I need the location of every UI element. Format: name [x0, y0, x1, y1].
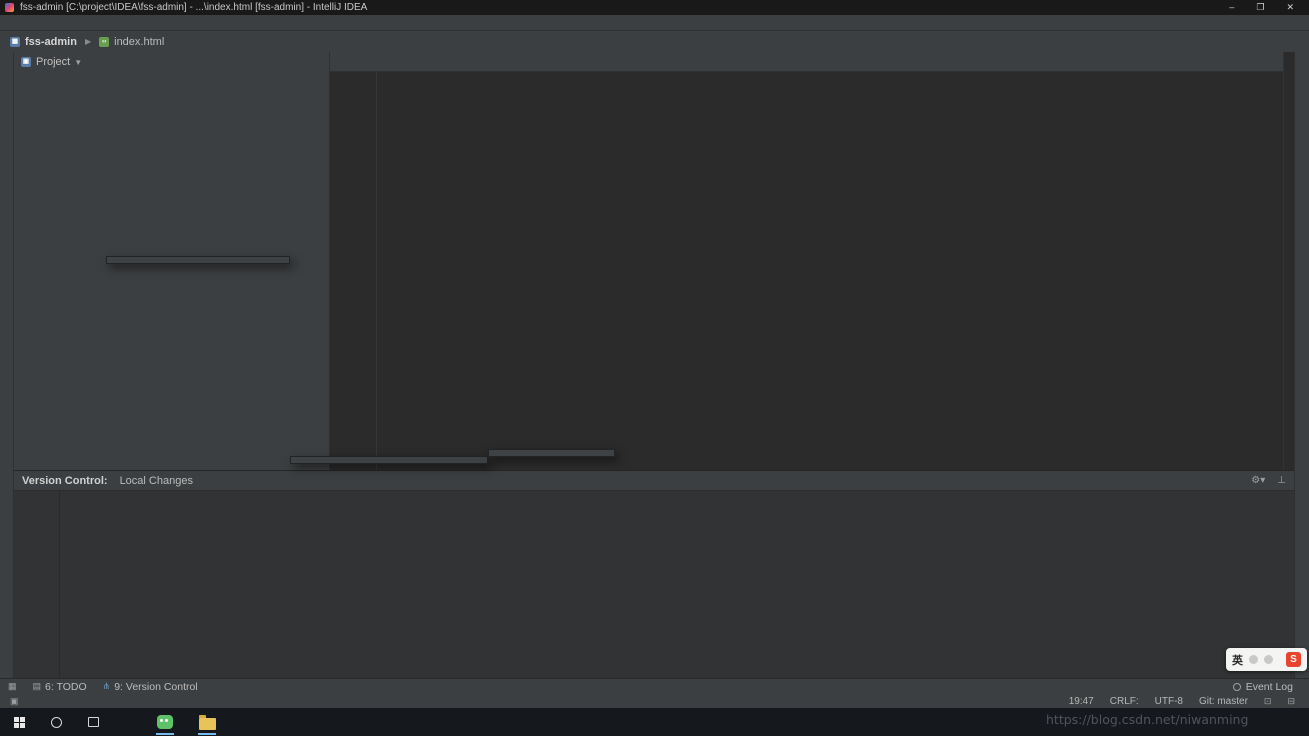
hide-panel-icon[interactable]: ⊥ — [1277, 475, 1286, 486]
ime-moon-icon[interactable] — [1249, 655, 1258, 664]
screen-reader-icon[interactable]: ⊟ — [1287, 696, 1295, 707]
project-icon: ▦ — [10, 37, 20, 47]
chevron-right-icon: ▶ — [82, 37, 94, 46]
editor-scrollbar[interactable] — [1283, 52, 1294, 470]
version-control-toolbar — [14, 491, 60, 678]
breadcrumb: ▦ fss-admin ▶ ‹› index.html — [10, 36, 164, 48]
intellij-idea-window: fss-admin [C:\project\IDEA\fss-admin] - … — [0, 0, 1309, 736]
editor — [330, 52, 1283, 470]
repository-submenu — [488, 449, 615, 457]
todo-icon: ▤ — [33, 681, 42, 692]
start-button[interactable] — [14, 717, 25, 728]
gear-icon[interactable]: ⚙▾ — [1251, 475, 1265, 486]
project-panel-title[interactable]: Project — [36, 56, 70, 68]
tab-version-control[interactable]: ⋔ 9: Version Control — [103, 681, 198, 693]
cortana-search-icon[interactable] — [51, 717, 62, 728]
tool-window-quick-access[interactable]: ▦ — [8, 681, 17, 692]
maximize-button[interactable]: ❐ — [1256, 2, 1264, 13]
version-control-body — [14, 491, 1294, 678]
git-branch-widget[interactable]: Git: master — [1199, 696, 1248, 707]
ime-keyboard-icon[interactable] — [1264, 655, 1273, 664]
git-submenu — [290, 456, 488, 464]
task-view-icon[interactable] — [88, 717, 99, 727]
encoding-widget[interactable]: UTF-8 — [1155, 696, 1183, 707]
readonly-lock-icon[interactable]: ⊡ — [1264, 696, 1272, 707]
editor-tab-bar — [330, 52, 1283, 72]
event-log-button[interactable]: Event Log — [1233, 681, 1301, 693]
navigation-bar: ▦ fss-admin ▶ ‹› index.html — [0, 31, 1309, 52]
wechat-icon — [157, 715, 173, 729]
chevron-down-icon[interactable]: ▼ — [74, 58, 82, 67]
toolwindow-switcher-icon[interactable]: ▣ — [10, 696, 19, 707]
windows-taskbar — [0, 708, 1309, 736]
idea-logo-icon — [5, 3, 14, 12]
menu-bar — [0, 15, 1309, 31]
ime-language-toggle[interactable]: 英 — [1232, 652, 1243, 668]
taskbar-app-wechat[interactable] — [153, 709, 177, 735]
project-panel-header: ▣ Project ▼ — [14, 52, 329, 72]
project-tree — [14, 72, 329, 74]
version-control-tool-window: Version Control: Local Changes ⚙▾ ⊥ — [14, 470, 1294, 678]
title-bar: fss-admin [C:\project\IDEA\fss-admin] - … — [0, 0, 1309, 15]
html-file-icon: ‹› — [99, 37, 109, 47]
event-log-icon — [1233, 683, 1241, 691]
vcs-icon: ⋔ — [103, 681, 111, 692]
taskbar-app-explorer[interactable] — [195, 709, 219, 735]
toolwindow-icon: ▦ — [8, 681, 17, 692]
close-button[interactable]: ✕ — [1286, 2, 1294, 13]
status-bar: ▣ 19:47 CRLF: UTF-8 Git: master ⊡ ⊟ — [0, 694, 1309, 708]
version-control-header: Version Control: Local Changes ⚙▾ ⊥ — [14, 471, 1294, 491]
tab-local-changes[interactable]: Local Changes — [120, 475, 193, 487]
sogou-logo-icon[interactable]: S — [1286, 652, 1301, 667]
window-title: fss-admin [C:\project\IDEA\fss-admin] - … — [20, 2, 367, 13]
minimize-button[interactable]: – — [1229, 2, 1234, 13]
tool-window-bar: ▦ ▤ 6: TODO ⋔ 9: Version Control Event L… — [0, 678, 1309, 694]
breadcrumb-project[interactable]: fss-admin — [25, 36, 77, 48]
tab-todo[interactable]: ▤ 6: TODO — [33, 681, 87, 693]
line-ending-widget[interactable]: CRLF: — [1110, 696, 1139, 707]
left-tool-stripe — [0, 52, 14, 678]
context-menu — [106, 256, 290, 264]
breadcrumb-file[interactable]: index.html — [114, 36, 164, 48]
caret-position[interactable]: 19:47 — [1069, 696, 1094, 707]
version-control-title: Version Control: — [22, 475, 108, 487]
right-tool-stripe — [1294, 52, 1309, 678]
folder-icon — [199, 718, 216, 730]
project-view-icon: ▣ — [21, 57, 31, 67]
code-area[interactable] — [330, 72, 1283, 470]
sogou-ime-bar: 英 S — [1226, 648, 1307, 671]
